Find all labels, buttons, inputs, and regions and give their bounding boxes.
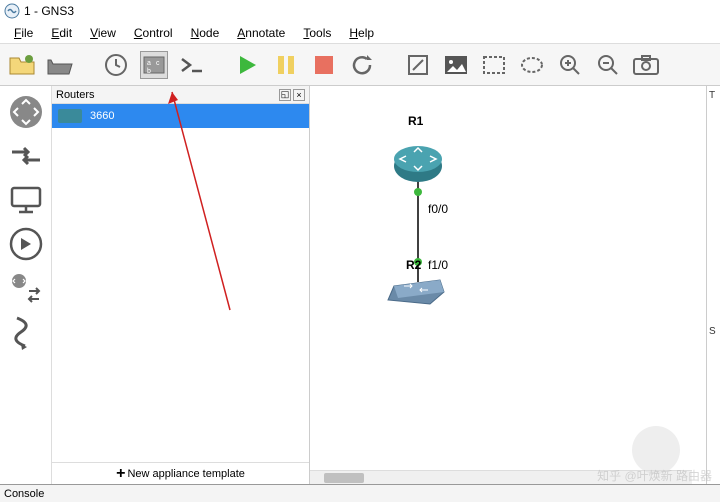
- menu-help[interactable]: Help: [341, 24, 382, 42]
- add-rectangle-button[interactable]: [480, 51, 508, 79]
- security-devices-category-button[interactable]: [6, 224, 46, 264]
- devices-panel-close-button[interactable]: ×: [293, 89, 305, 101]
- devices-list[interactable]: 3660: [52, 104, 309, 462]
- device-item-label: 3660: [90, 110, 114, 122]
- menu-edit[interactable]: Edit: [43, 24, 80, 42]
- right-tab-servers[interactable]: S: [709, 326, 716, 337]
- menu-view[interactable]: View: [82, 24, 124, 42]
- node-r1-label[interactable]: R1: [408, 114, 423, 128]
- show-labels-button[interactable]: acb: [140, 51, 168, 79]
- devices-panel-undock-button[interactable]: ◱: [279, 89, 291, 101]
- menu-control[interactable]: Control: [126, 24, 181, 42]
- interface-f10-label[interactable]: f1/0: [428, 258, 448, 272]
- router-icon: [58, 109, 82, 123]
- plus-icon: +: [116, 465, 125, 483]
- console-title: Console: [4, 488, 44, 500]
- topology-canvas[interactable]: R1 f0/0 R2 f1/0: [310, 86, 706, 484]
- zoom-in-button[interactable]: [556, 51, 584, 79]
- device-category-toolbar: [0, 86, 52, 484]
- open-project-button[interactable]: [46, 51, 74, 79]
- interface-f00-label[interactable]: f0/0: [428, 202, 448, 216]
- devices-panel-header: Routers ◱ ×: [52, 86, 309, 104]
- app-icon: [4, 3, 20, 19]
- menubar: File Edit View Control Node Annotate Too…: [0, 22, 720, 44]
- new-appliance-button[interactable]: + New appliance template: [52, 462, 309, 484]
- zoom-out-button[interactable]: [594, 51, 622, 79]
- add-note-button[interactable]: [404, 51, 432, 79]
- menu-file[interactable]: File: [6, 24, 41, 42]
- device-item-3660[interactable]: 3660: [52, 104, 309, 128]
- all-devices-category-button[interactable]: [6, 268, 46, 308]
- switches-category-button[interactable]: [6, 136, 46, 176]
- add-image-button[interactable]: [442, 51, 470, 79]
- titlebar: 1 - GNS3: [0, 0, 720, 22]
- right-tab-topology[interactable]: T: [709, 90, 715, 101]
- toolbar: acb: [0, 44, 720, 86]
- start-all-button[interactable]: [234, 51, 262, 79]
- add-ellipse-button[interactable]: [518, 51, 546, 79]
- routers-category-button[interactable]: [6, 92, 46, 132]
- new-project-button[interactable]: [8, 51, 36, 79]
- reload-all-button[interactable]: [348, 51, 376, 79]
- node-r2: [388, 280, 444, 304]
- console-panel-header: Console: [0, 484, 720, 502]
- pause-all-button[interactable]: [272, 51, 300, 79]
- horizontal-scrollbar[interactable]: [310, 470, 692, 484]
- node-r1: [394, 146, 442, 182]
- add-link-button[interactable]: [6, 312, 46, 352]
- right-panel: T S: [706, 86, 720, 484]
- screenshot-button[interactable]: [632, 51, 660, 79]
- svg-text:a: a: [147, 60, 151, 67]
- devices-panel: Routers ◱ × 3660 + New appliance templat…: [52, 86, 310, 484]
- svg-text:b: b: [147, 68, 151, 75]
- menu-node[interactable]: Node: [183, 24, 228, 42]
- window-title: 1 - GNS3: [24, 4, 74, 18]
- stop-all-button[interactable]: [310, 51, 338, 79]
- devices-panel-title: Routers: [56, 89, 95, 101]
- menu-tools[interactable]: Tools: [295, 24, 339, 42]
- console-all-button[interactable]: [178, 51, 206, 79]
- new-appliance-label: New appliance template: [127, 468, 244, 480]
- end-devices-category-button[interactable]: [6, 180, 46, 220]
- snapshot-button[interactable]: [102, 51, 130, 79]
- main-area: Routers ◱ × 3660 + New appliance templat…: [0, 86, 720, 484]
- svg-text:c: c: [156, 60, 160, 67]
- menu-annotate[interactable]: Annotate: [229, 24, 293, 42]
- node-r2-label[interactable]: R2: [406, 258, 421, 272]
